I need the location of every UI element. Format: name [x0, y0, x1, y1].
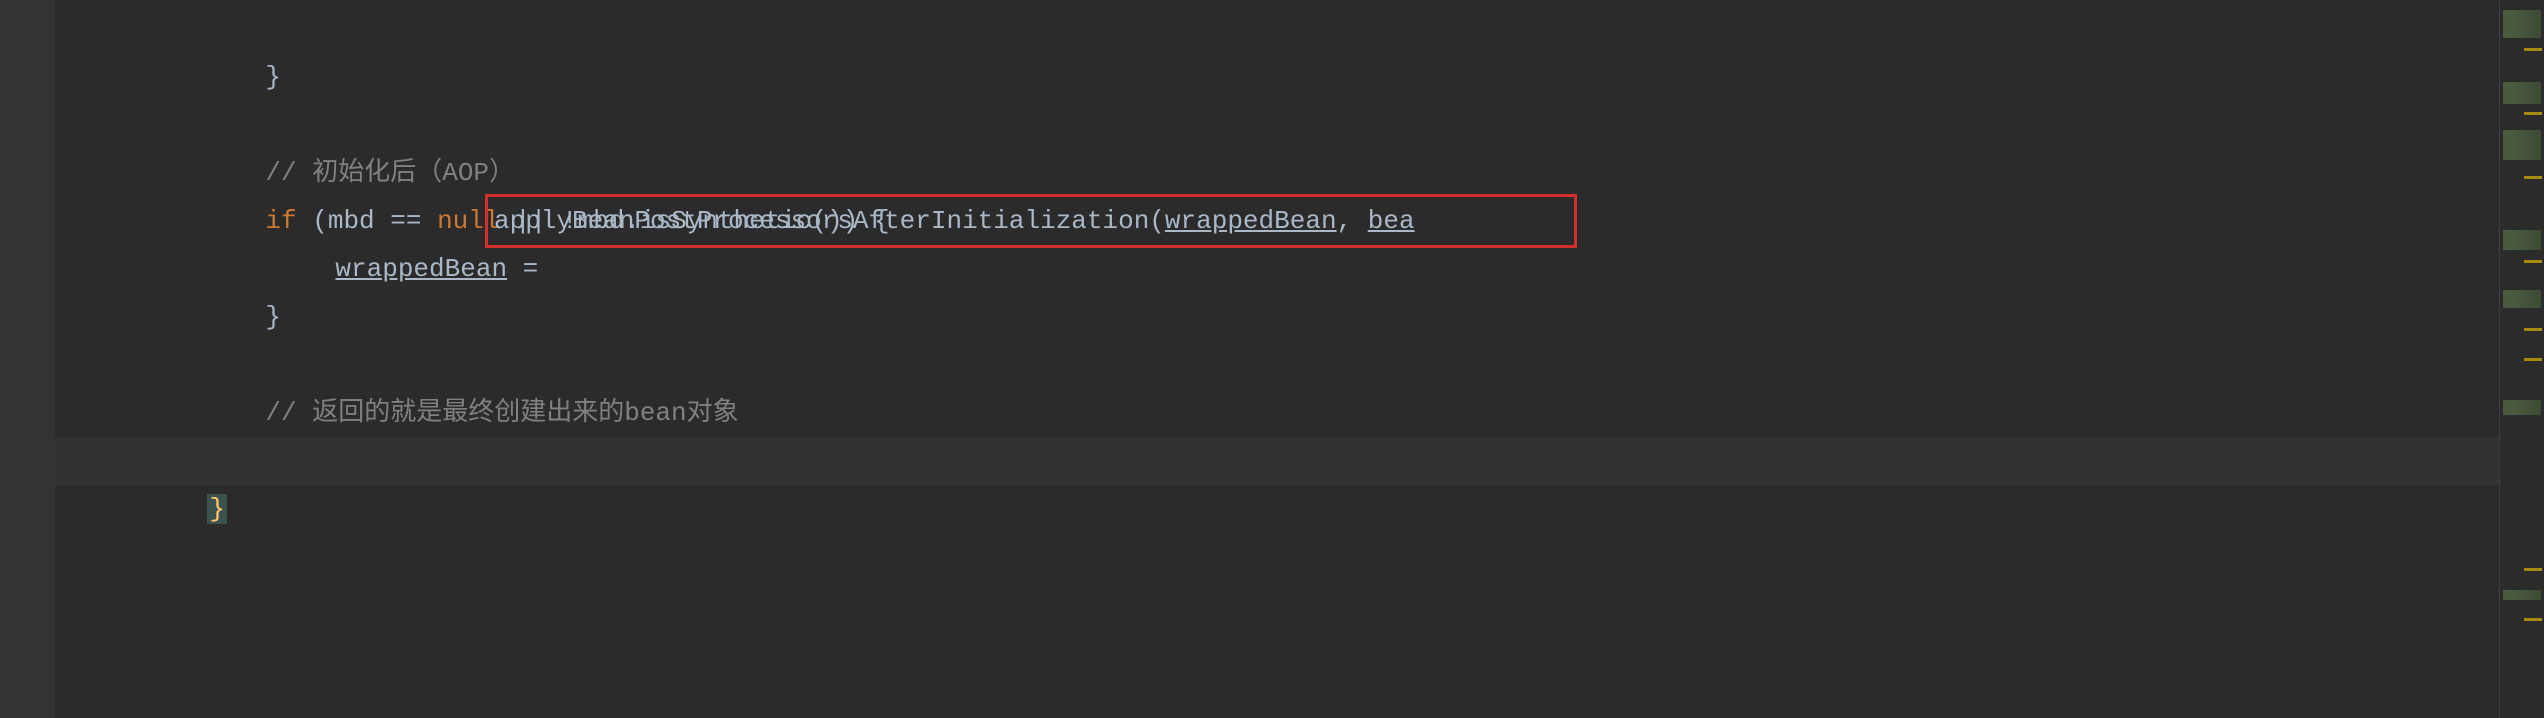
minimap-warning-mark[interactable] — [2524, 358, 2542, 361]
minimap-warning-mark[interactable] — [2524, 568, 2542, 571]
minimap-warning-mark[interactable] — [2524, 618, 2542, 621]
minimap-warning-mark[interactable] — [2524, 112, 2542, 115]
code-line[interactable]: return wrappedBean; — [55, 389, 2499, 437]
arg-wrappedbean: wrappedBean — [1165, 197, 1337, 245]
minimap-code-block — [2503, 590, 2541, 600]
minimap-warning-mark[interactable] — [2524, 48, 2542, 51]
minimap-warning-mark[interactable] — [2524, 328, 2542, 331]
code-line[interactable]: } — [55, 245, 2499, 293]
code-line[interactable]: // 初始化后（AOP） — [55, 101, 2499, 149]
minimap-scrollbar[interactable] — [2499, 0, 2544, 718]
minimap-warning-mark[interactable] — [2524, 176, 2542, 179]
code-line-current[interactable]: } — [55, 437, 2499, 485]
minimap-code-block — [2503, 82, 2541, 104]
highlight-red-box: applyBeanPostProcessorsAfterInitializati… — [485, 194, 1577, 248]
minimap-code-block — [2503, 130, 2541, 160]
minimap-code-block — [2503, 290, 2541, 308]
code-editor-area[interactable]: } // 初始化后（AOP） if (mbd == null || !mbd.i… — [55, 0, 2499, 718]
code-line-blank[interactable] — [55, 293, 2499, 341]
code-line[interactable]: if (mbd == null || !mbd.isSynthetic()) { — [55, 149, 2499, 197]
minimap-code-block — [2503, 230, 2541, 250]
method-call: applyBeanPostProcessorsAfterInitializati… — [494, 197, 1165, 245]
comma: , — [1337, 197, 1368, 245]
arg-bea: bea — [1368, 197, 1415, 245]
brace-close-cursor: } — [207, 494, 227, 524]
code-line[interactable]: // 返回的就是最终创建出来的bean对象 — [55, 341, 2499, 389]
minimap-code-block — [2503, 10, 2541, 38]
code-line-highlighted[interactable]: wrappedBean = applyBeanPostProcessorsAft… — [55, 197, 2499, 245]
minimap-warning-mark[interactable] — [2524, 260, 2542, 263]
code-line-blank[interactable] — [55, 53, 2499, 101]
editor-gutter[interactable] — [0, 0, 55, 718]
minimap-code-block — [2503, 400, 2541, 415]
code-line[interactable]: } — [55, 5, 2499, 53]
